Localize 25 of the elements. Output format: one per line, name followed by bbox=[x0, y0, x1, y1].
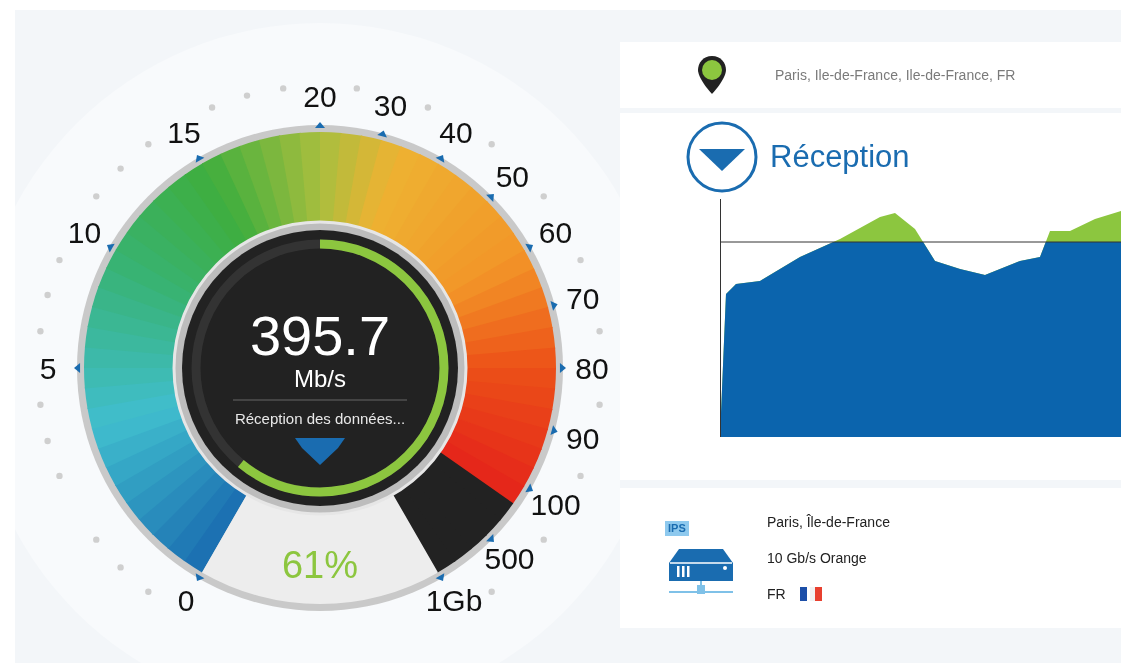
scale-label: 80 bbox=[575, 352, 609, 385]
scale-label: 90 bbox=[566, 422, 600, 456]
scale-label: 50 bbox=[495, 159, 529, 193]
speed-unit: Mb/s bbox=[294, 365, 346, 392]
scale-label: 0 bbox=[177, 584, 195, 618]
location-text: Paris, Ile-de-France, Ile-de-France, FR bbox=[775, 65, 1016, 85]
scale-label: 20 bbox=[303, 80, 337, 113]
scale-label: 500 bbox=[484, 541, 535, 575]
country-code: FR bbox=[767, 584, 786, 604]
server-info-text: 10 Gb/s Orange bbox=[767, 548, 868, 568]
scale-label: 40 bbox=[439, 116, 473, 150]
reception-title: Réception bbox=[770, 137, 910, 176]
speed-reading: 395.7 bbox=[249, 304, 391, 367]
scale-label: 15 bbox=[167, 116, 201, 150]
scale-label: 70 bbox=[566, 281, 600, 315]
scale-label: 5 bbox=[39, 352, 57, 385]
scale-label: 10 bbox=[67, 216, 102, 249]
scale-label: 100 bbox=[530, 488, 581, 521]
scale-label: 1Gb bbox=[425, 584, 483, 618]
progress-percent: 61% bbox=[281, 544, 359, 586]
server-info-text: Paris, Île-de-France bbox=[767, 512, 890, 532]
scale-label: 60 bbox=[538, 216, 573, 249]
scale-label: 30 bbox=[373, 89, 408, 123]
status-text: Réception des données... bbox=[234, 410, 406, 427]
ips-badge: IPS bbox=[665, 520, 689, 536]
